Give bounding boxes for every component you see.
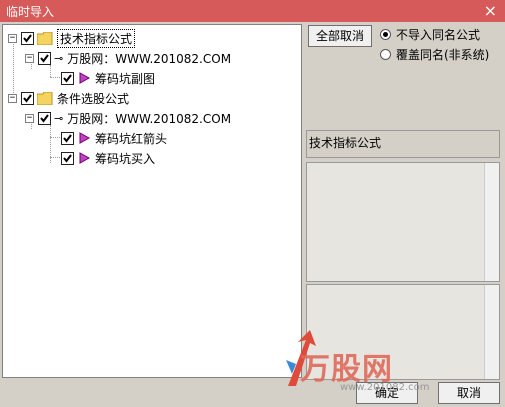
key-icon: ⊸: [54, 51, 64, 65]
tree-node-key[interactable]: − ⊸ 万股网：WWW.201082.COM: [25, 49, 231, 67]
node-checkbox[interactable]: [38, 111, 51, 125]
tree-node-formula[interactable]: 筹码坑买入: [61, 149, 155, 167]
window-title: 临时导入: [6, 5, 55, 19]
tree-line: [50, 157, 60, 158]
radio-button[interactable]: [380, 29, 391, 40]
radio-label: 不导入同名公式: [396, 28, 481, 42]
category-label: 技术指标公式: [306, 130, 500, 158]
category-label-text: 技术指标公式: [309, 136, 382, 150]
tree-node-label: 万股网：WWW.201082.COM: [67, 111, 232, 126]
folder-icon: [37, 31, 53, 45]
node-checkbox[interactable]: [61, 71, 74, 85]
formula-description-box[interactable]: [306, 162, 500, 282]
node-checkbox[interactable]: [61, 131, 74, 145]
node-checkbox[interactable]: [38, 51, 51, 65]
collapse-icon[interactable]: −: [25, 113, 34, 123]
formula-icon: [79, 72, 91, 84]
tree-node-label: 条件选股公式: [57, 91, 130, 106]
formula-icon: [79, 132, 91, 144]
tree-node-folder[interactable]: − 技术指标公式: [8, 28, 136, 48]
deselect-all-button[interactable]: 全部取消: [308, 25, 372, 47]
dialog-body: − 技术指标公式 − ⊸ 万股网：WWW.201082.COM 筹码坑副图 − …: [0, 22, 505, 407]
tree-node-key[interactable]: − ⊸ 万股网：WWW.201082.COM: [25, 109, 231, 127]
node-checkbox[interactable]: [21, 91, 34, 105]
cancel-button[interactable]: 取消: [438, 382, 500, 404]
tree-node-label: 万股网：WWW.201082.COM: [67, 51, 232, 66]
node-checkbox[interactable]: [21, 31, 34, 45]
node-checkbox[interactable]: [61, 151, 74, 165]
collapse-icon[interactable]: −: [25, 53, 34, 63]
formula-tree[interactable]: − 技术指标公式 − ⊸ 万股网：WWW.201082.COM 筹码坑副图 − …: [2, 24, 302, 378]
tree-node-label: 筹码坑红箭头: [95, 131, 168, 146]
radio-no-import[interactable]: 不导入同名公式: [380, 26, 480, 43]
tree-node-label: 技术指标公式: [57, 28, 136, 48]
collapse-icon[interactable]: −: [8, 33, 17, 43]
collapse-icon[interactable]: −: [8, 93, 17, 103]
tree-node-formula[interactable]: 筹码坑副图: [61, 69, 155, 87]
title-bar: 临时导入 ×: [0, 0, 505, 22]
radio-button[interactable]: [380, 49, 391, 60]
radio-overwrite[interactable]: 覆盖同名(非系统): [380, 46, 489, 63]
folder-icon: [37, 91, 53, 105]
tree-node-folder[interactable]: − 条件选股公式: [8, 89, 129, 107]
tree-line: [50, 137, 60, 138]
scrollbar[interactable]: [484, 163, 499, 281]
scrollbar[interactable]: [484, 285, 499, 379]
radio-label: 覆盖同名(非系统): [396, 48, 490, 62]
tree-node-label: 筹码坑买入: [95, 151, 156, 166]
watermark-url: www.201082.com: [340, 382, 430, 393]
tree-node-formula[interactable]: 筹码坑红箭头: [61, 129, 167, 147]
tree-node-label: 筹码坑副图: [95, 71, 156, 86]
key-icon: ⊸: [54, 111, 64, 125]
tree-line: [50, 77, 60, 78]
close-icon[interactable]: ×: [484, 1, 497, 20]
formula-icon: [79, 152, 91, 164]
